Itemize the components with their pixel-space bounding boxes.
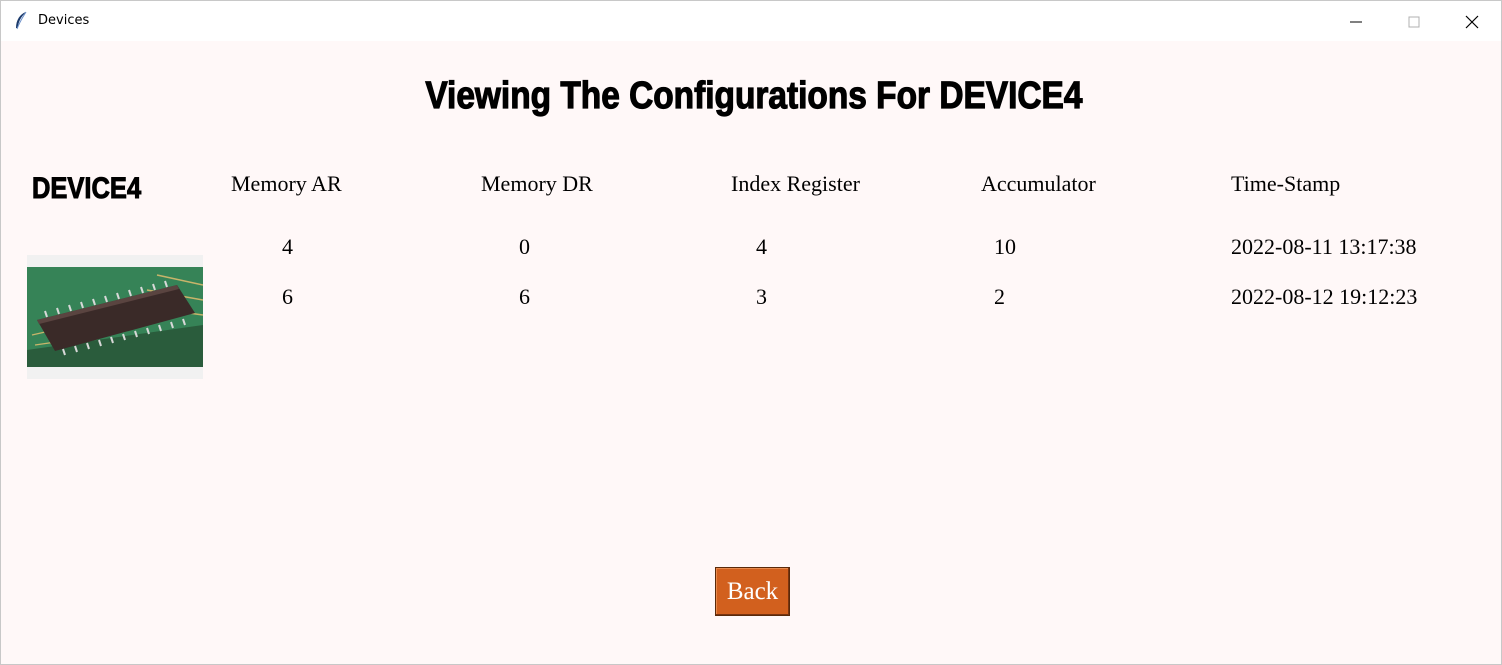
title-bar[interactable]: Devices <box>1 1 1501 41</box>
minimize-icon <box>1350 21 1362 23</box>
feather-icon <box>13 11 29 31</box>
device-name-label: DEVICE4 <box>32 172 142 206</box>
cell-memory-ar: 6 <box>282 284 293 309</box>
close-button[interactable] <box>1443 1 1501 41</box>
col-header-memory-dr: Memory DR <box>481 171 593 196</box>
cell-accumulator: 2 <box>994 284 1005 309</box>
page-heading: Viewing The Configurations For DEVICE4 <box>425 74 1083 117</box>
back-button[interactable]: Back <box>715 567 790 616</box>
cell-memory-ar: 4 <box>282 234 293 259</box>
cell-memory-dr: 6 <box>519 284 530 309</box>
maximize-icon <box>1408 16 1420 28</box>
col-header-index-register: Index Register <box>731 171 860 196</box>
col-header-time-stamp: Time-Stamp <box>1231 171 1341 196</box>
cell-time-stamp: 2022-08-11 13:17:38 <box>1231 234 1417 259</box>
cell-index-register: 3 <box>756 284 767 309</box>
window-title: Devices <box>38 13 90 28</box>
device-image <box>27 255 204 379</box>
cell-memory-dr: 0 <box>519 234 530 259</box>
col-header-memory-ar: Memory AR <box>231 171 342 196</box>
devices-window: Devices Viewing The Configurations For D… <box>0 0 1502 665</box>
cell-time-stamp: 2022-08-12 19:12:23 <box>1231 284 1418 309</box>
col-header-accumulator: Accumulator <box>981 171 1096 196</box>
minimize-button[interactable] <box>1327 1 1385 41</box>
close-icon <box>1465 15 1479 29</box>
cell-accumulator: 10 <box>994 234 1016 259</box>
cell-index-register: 4 <box>756 234 767 259</box>
maximize-button[interactable] <box>1385 1 1443 41</box>
